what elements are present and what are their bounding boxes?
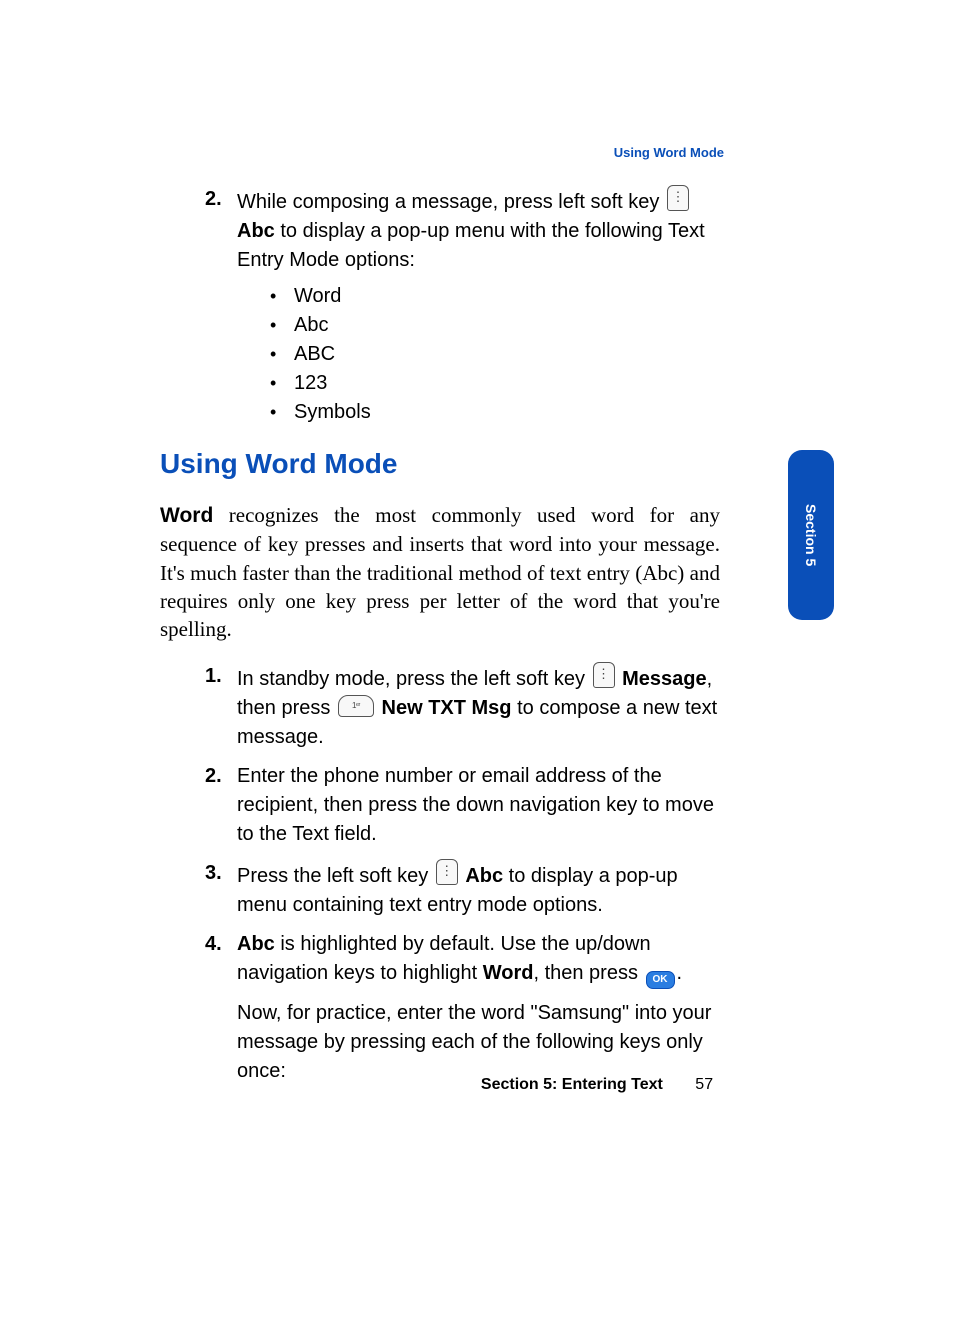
softkey-icon [593,662,615,688]
intro-text: recognizes the most commonly used word f… [160,503,720,641]
ok-button-icon: OK [646,971,675,989]
text: While composing a message, press left so… [237,191,665,213]
bold-new-txt: New TXT Msg [382,697,512,719]
bold-message: Message [622,668,707,690]
list-label: Abc [294,314,328,337]
key-icon [338,695,374,717]
bullet-icon: • [270,315,294,336]
text: . [677,962,683,984]
step-body: Abc is highlighted by default. Use the u… [237,930,720,1086]
text: , then press [533,962,643,984]
section-tab-label: Section 5 [803,504,819,566]
softkey-icon [436,859,458,885]
bold-abc: Abc [237,220,275,242]
softkey-icon [667,185,689,211]
text: Press the left soft key [237,865,434,887]
list-label: 123 [294,372,327,395]
step-number: 1. [205,662,237,752]
step-number: 4. [205,930,237,1086]
step-2: 2. Enter the phone number or email addre… [205,762,720,849]
top-step-2: 2. While composing a message, press left… [205,185,720,275]
step-body: Enter the phone number or email address … [237,762,720,849]
bold-word: Word [483,962,534,984]
intro-paragraph: Word recognizes the most commonly used w… [160,501,720,644]
practice-text: Now, for practice, enter the word "Samsu… [237,1002,711,1082]
list-item: •Word [270,285,720,308]
bullet-icon: • [270,402,294,423]
step-body: While composing a message, press left so… [237,185,720,275]
step-body: In standby mode, press the left soft key… [237,662,720,752]
step-3: 3. Press the left soft key Abc to displa… [205,859,720,920]
bullet-icon: • [270,344,294,365]
text: to display a pop-up menu with the follow… [237,220,705,271]
step-1: 1. In standby mode, press the left soft … [205,662,720,752]
text: Enter the phone number or email address … [237,765,714,845]
bold-abc: Abc [237,933,275,955]
bold-abc: Abc [465,865,503,887]
list-item: •Symbols [270,401,720,424]
step-4: 4. Abc is highlighted by default. Use th… [205,930,720,1086]
bullet-icon: • [270,373,294,394]
list-item: •123 [270,372,720,395]
list-label: Word [294,285,341,308]
step-body: Press the left soft key Abc to display a… [237,859,720,920]
step-number: 2. [205,762,237,849]
lead-word: Word [160,504,213,527]
mode-options-list: •Word •Abc •ABC •123 •Symbols [270,285,720,424]
text: In standby mode, press the left soft key [237,668,591,690]
running-header: Using Word Mode [614,145,724,160]
main-content: 2. While composing a message, press left… [160,185,720,1086]
step-number: 2. [205,185,237,275]
list-item: •ABC [270,343,720,366]
section-heading: Using Word Mode [160,448,720,480]
page-footer: Section 5: Entering Text 57 [0,1076,954,1094]
list-label: ABC [294,343,335,366]
footer-section: Section 5: Entering Text [481,1076,663,1093]
step-number: 3. [205,859,237,920]
section-tab: Section 5 [788,450,834,620]
list-label: Symbols [294,401,371,424]
page-number: 57 [695,1076,713,1093]
list-item: •Abc [270,314,720,337]
bullet-icon: • [270,286,294,307]
